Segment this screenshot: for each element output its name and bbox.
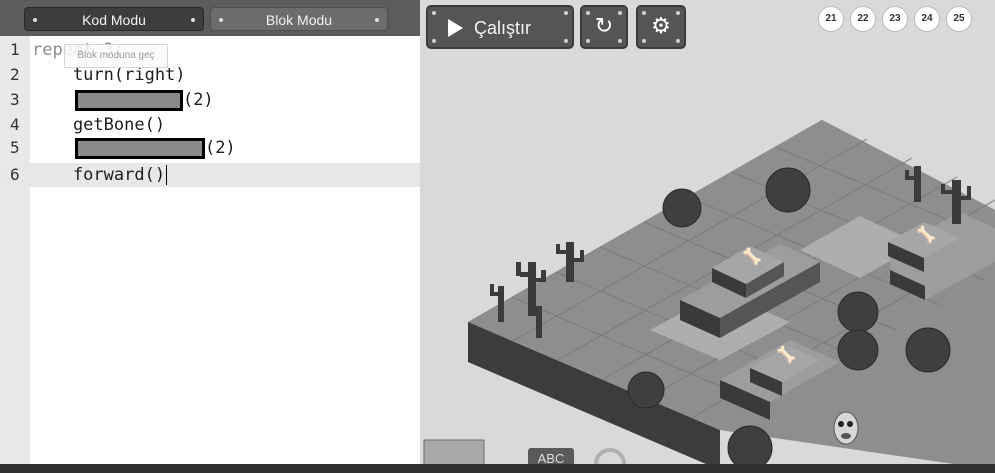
code-text: (2) bbox=[32, 136, 236, 160]
svg-text:🦴: 🦴 bbox=[776, 345, 796, 364]
level-24-button[interactable]: 24 bbox=[915, 7, 939, 31]
nail-decoration bbox=[219, 18, 223, 22]
level-22-button[interactable]: 22 bbox=[851, 7, 875, 31]
code-line[interactable]: 5 (2) bbox=[0, 136, 420, 160]
game-view[interactable]: 🦴 🦴 🦴 Çalıştır ↻ ⚙ 21 22 23 24 25 ABC bbox=[420, 0, 995, 464]
svg-text:🦴: 🦴 bbox=[742, 247, 762, 266]
nail-decoration bbox=[191, 18, 195, 22]
abc-button[interactable]: ABC bbox=[528, 448, 574, 464]
code-mode-button[interactable]: Kod Modu bbox=[24, 7, 204, 31]
argument-text: (2) bbox=[182, 90, 214, 110]
code-line[interactable]: 2 turn(right) bbox=[0, 63, 420, 87]
level-25-button[interactable]: 25 bbox=[947, 7, 971, 31]
line-number: 5 bbox=[10, 138, 20, 157]
code-mode-label: Kod Modu bbox=[82, 12, 146, 28]
code-editor-panel: Kod Modu Blok Modu 1 repeat 3: 2 turn(ri… bbox=[0, 0, 420, 473]
nail-decoration bbox=[33, 18, 37, 22]
block-mode-button[interactable]: Blok Modu bbox=[210, 7, 388, 31]
mode-toolbar: Kod Modu Blok Modu bbox=[0, 0, 420, 36]
nail-decoration bbox=[564, 39, 568, 43]
level-23-button[interactable]: 23 bbox=[883, 7, 907, 31]
settings-button[interactable]: ⚙ bbox=[636, 5, 686, 49]
nail-decoration bbox=[564, 11, 568, 15]
code-line[interactable]: 4 getBone() bbox=[0, 113, 420, 137]
play-icon bbox=[448, 19, 463, 37]
code-line[interactable]: 1 repeat 3: bbox=[0, 38, 420, 62]
line-number: 3 bbox=[10, 90, 20, 109]
nail-decoration bbox=[432, 11, 436, 15]
run-button[interactable]: Çalıştır bbox=[426, 5, 574, 49]
line-number: 2 bbox=[10, 65, 20, 84]
code-text: (2) bbox=[32, 88, 214, 112]
code-line[interactable]: 3 (2) bbox=[0, 88, 420, 112]
redacted-block bbox=[74, 137, 205, 159]
code-line-active[interactable]: 6 forward() bbox=[0, 163, 420, 187]
block-mode-label: Blok Modu bbox=[265, 12, 333, 28]
isometric-board: 🦴 🦴 🦴 bbox=[423, 120, 995, 464]
nail-decoration bbox=[432, 39, 436, 43]
redacted-block bbox=[74, 89, 183, 111]
line-number: 6 bbox=[10, 165, 20, 184]
mode-tooltip: Blok moduna geç bbox=[64, 44, 168, 68]
gear-icon: ⚙ bbox=[651, 14, 671, 39]
reset-icon: ↻ bbox=[594, 14, 614, 39]
nail-decoration bbox=[375, 18, 379, 22]
line-number: 1 bbox=[10, 40, 20, 59]
code-area[interactable]: 1 repeat 3: 2 turn(right) 3 (2) 4 getBon… bbox=[0, 36, 420, 473]
line-number: 4 bbox=[10, 115, 20, 134]
level-21-button[interactable]: 21 bbox=[819, 7, 843, 31]
code-text: forward() bbox=[32, 165, 168, 185]
run-label: Çalıştır bbox=[474, 18, 532, 38]
bottom-bar bbox=[0, 464, 995, 473]
text-cursor bbox=[166, 165, 168, 185]
code-text: getBone() bbox=[32, 115, 166, 135]
svg-text:🦴: 🦴 bbox=[916, 225, 936, 244]
argument-text: (2) bbox=[204, 138, 236, 158]
reset-button[interactable]: ↻ bbox=[580, 5, 628, 49]
